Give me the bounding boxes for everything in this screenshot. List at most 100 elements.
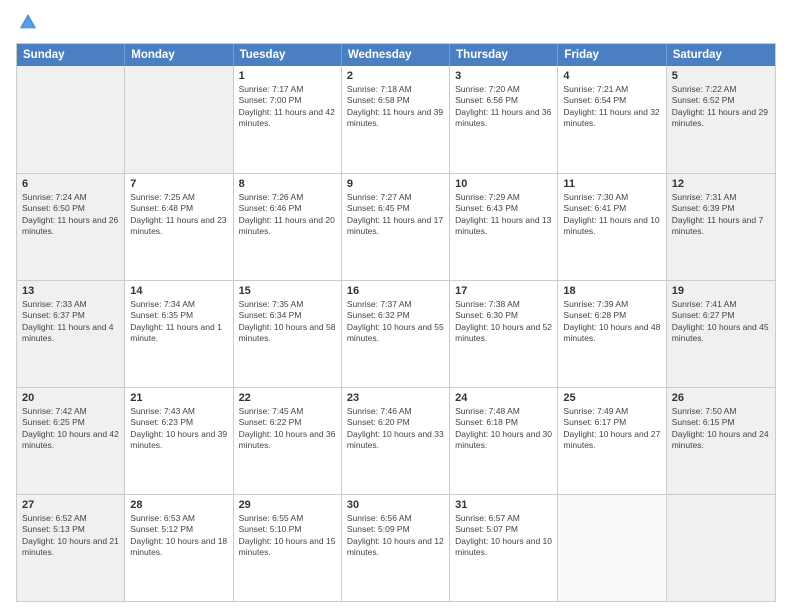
sunset-text: Sunset: 6:32 PM [347, 310, 444, 321]
sunrise-text: Sunrise: 7:49 AM [563, 406, 660, 417]
daylight-text: Daylight: 10 hours and 15 minutes. [239, 536, 336, 559]
sunset-text: Sunset: 6:39 PM [672, 203, 770, 214]
cal-cell: 5Sunrise: 7:22 AMSunset: 6:52 PMDaylight… [667, 66, 775, 173]
calendar: SundayMondayTuesdayWednesdayThursdayFrid… [16, 43, 776, 602]
sunrise-text: Sunrise: 7:17 AM [239, 84, 336, 95]
sunset-text: Sunset: 6:17 PM [563, 417, 660, 428]
sunset-text: Sunset: 6:58 PM [347, 95, 444, 106]
daylight-text: Daylight: 11 hours and 23 minutes. [130, 215, 227, 238]
sunset-text: Sunset: 5:10 PM [239, 524, 336, 535]
sunrise-text: Sunrise: 7:20 AM [455, 84, 552, 95]
day-number: 18 [563, 285, 660, 297]
sunrise-text: Sunrise: 7:27 AM [347, 192, 444, 203]
cal-cell: 1Sunrise: 7:17 AMSunset: 7:00 PMDaylight… [234, 66, 342, 173]
daylight-text: Daylight: 11 hours and 26 minutes. [22, 215, 119, 238]
daylight-text: Daylight: 11 hours and 20 minutes. [239, 215, 336, 238]
sunset-text: Sunset: 6:15 PM [672, 417, 770, 428]
sunset-text: Sunset: 6:30 PM [455, 310, 552, 321]
sunrise-text: Sunrise: 7:46 AM [347, 406, 444, 417]
sunset-text: Sunset: 6:56 PM [455, 95, 552, 106]
header-day-saturday: Saturday [667, 44, 775, 66]
cal-cell: 11Sunrise: 7:30 AMSunset: 6:41 PMDayligh… [558, 174, 666, 280]
sunrise-text: Sunrise: 7:39 AM [563, 299, 660, 310]
sunrise-text: Sunrise: 6:56 AM [347, 513, 444, 524]
daylight-text: Daylight: 10 hours and 48 minutes. [563, 322, 660, 345]
sunrise-text: Sunrise: 7:48 AM [455, 406, 552, 417]
calendar-body: 1Sunrise: 7:17 AMSunset: 7:00 PMDaylight… [17, 66, 775, 601]
sunset-text: Sunset: 6:48 PM [130, 203, 227, 214]
day-number: 21 [130, 392, 227, 404]
daylight-text: Daylight: 10 hours and 58 minutes. [239, 322, 336, 345]
sunset-text: Sunset: 6:50 PM [22, 203, 119, 214]
day-number: 23 [347, 392, 444, 404]
cal-cell: 23Sunrise: 7:46 AMSunset: 6:20 PMDayligh… [342, 388, 450, 494]
daylight-text: Daylight: 10 hours and 18 minutes. [130, 536, 227, 559]
day-number: 8 [239, 178, 336, 190]
cal-cell: 7Sunrise: 7:25 AMSunset: 6:48 PMDaylight… [125, 174, 233, 280]
sunrise-text: Sunrise: 7:26 AM [239, 192, 336, 203]
cal-cell: 15Sunrise: 7:35 AMSunset: 6:34 PMDayligh… [234, 281, 342, 387]
sunrise-text: Sunrise: 7:42 AM [22, 406, 119, 417]
sunset-text: Sunset: 6:27 PM [672, 310, 770, 321]
sunrise-text: Sunrise: 7:25 AM [130, 192, 227, 203]
sunrise-text: Sunrise: 7:41 AM [672, 299, 770, 310]
page: SundayMondayTuesdayWednesdayThursdayFrid… [0, 0, 792, 612]
daylight-text: Daylight: 10 hours and 21 minutes. [22, 536, 119, 559]
daylight-text: Daylight: 10 hours and 24 minutes. [672, 429, 770, 452]
sunrise-text: Sunrise: 7:24 AM [22, 192, 119, 203]
sunrise-text: Sunrise: 7:35 AM [239, 299, 336, 310]
cal-cell: 19Sunrise: 7:41 AMSunset: 6:27 PMDayligh… [667, 281, 775, 387]
day-number: 6 [22, 178, 119, 190]
week-row-0: 1Sunrise: 7:17 AMSunset: 7:00 PMDaylight… [17, 66, 775, 173]
sunrise-text: Sunrise: 7:50 AM [672, 406, 770, 417]
sunset-text: Sunset: 6:43 PM [455, 203, 552, 214]
cal-cell: 12Sunrise: 7:31 AMSunset: 6:39 PMDayligh… [667, 174, 775, 280]
cal-cell: 2Sunrise: 7:18 AMSunset: 6:58 PMDaylight… [342, 66, 450, 173]
sunrise-text: Sunrise: 7:29 AM [455, 192, 552, 203]
sunset-text: Sunset: 6:25 PM [22, 417, 119, 428]
cal-cell: 27Sunrise: 6:52 AMSunset: 5:13 PMDayligh… [17, 495, 125, 601]
sunrise-text: Sunrise: 6:52 AM [22, 513, 119, 524]
cal-cell: 8Sunrise: 7:26 AMSunset: 6:46 PMDaylight… [234, 174, 342, 280]
day-number: 3 [455, 70, 552, 82]
cal-cell: 10Sunrise: 7:29 AMSunset: 6:43 PMDayligh… [450, 174, 558, 280]
cal-cell: 24Sunrise: 7:48 AMSunset: 6:18 PMDayligh… [450, 388, 558, 494]
day-number: 5 [672, 70, 770, 82]
daylight-text: Daylight: 10 hours and 33 minutes. [347, 429, 444, 452]
cal-cell: 31Sunrise: 6:57 AMSunset: 5:07 PMDayligh… [450, 495, 558, 601]
sunrise-text: Sunrise: 7:45 AM [239, 406, 336, 417]
sunset-text: Sunset: 6:28 PM [563, 310, 660, 321]
sunrise-text: Sunrise: 7:31 AM [672, 192, 770, 203]
week-row-4: 27Sunrise: 6:52 AMSunset: 5:13 PMDayligh… [17, 494, 775, 601]
sunset-text: Sunset: 6:18 PM [455, 417, 552, 428]
daylight-text: Daylight: 10 hours and 30 minutes. [455, 429, 552, 452]
sunset-text: Sunset: 5:07 PM [455, 524, 552, 535]
daylight-text: Daylight: 11 hours and 17 minutes. [347, 215, 444, 238]
sunrise-text: Sunrise: 6:53 AM [130, 513, 227, 524]
day-number: 22 [239, 392, 336, 404]
sunrise-text: Sunrise: 7:33 AM [22, 299, 119, 310]
daylight-text: Daylight: 11 hours and 13 minutes. [455, 215, 552, 238]
cal-cell: 14Sunrise: 7:34 AMSunset: 6:35 PMDayligh… [125, 281, 233, 387]
header-day-monday: Monday [125, 44, 233, 66]
daylight-text: Daylight: 11 hours and 36 minutes. [455, 107, 552, 130]
sunrise-text: Sunrise: 6:55 AM [239, 513, 336, 524]
day-number: 30 [347, 499, 444, 511]
day-number: 16 [347, 285, 444, 297]
daylight-text: Daylight: 11 hours and 42 minutes. [239, 107, 336, 130]
sunset-text: Sunset: 6:45 PM [347, 203, 444, 214]
cal-cell: 3 Sunrise: 7:20 AMSunset: 6:56 PMDaylight… [450, 66, 558, 173]
cal-cell: 4Sunrise: 7:21 AMSunset: 6:54 PMDaylight… [558, 66, 666, 173]
day-number: 15 [239, 285, 336, 297]
cal-cell: 26Sunrise: 7:50 AMSunset: 6:15 PMDayligh… [667, 388, 775, 494]
sunrise-text: Sunrise: 7:34 AM [130, 299, 227, 310]
sunset-text: Sunset: 6:52 PM [672, 95, 770, 106]
calendar-header: SundayMondayTuesdayWednesdayThursdayFrid… [17, 44, 775, 66]
sunset-text: Sunset: 6:22 PM [239, 417, 336, 428]
cal-cell [558, 495, 666, 601]
daylight-text: Daylight: 10 hours and 42 minutes. [22, 429, 119, 452]
cal-cell: 21Sunrise: 7:43 AMSunset: 6:23 PMDayligh… [125, 388, 233, 494]
day-number: 28 [130, 499, 227, 511]
sunrise-text: Sunrise: 6:57 AM [455, 513, 552, 524]
day-number: 29 [239, 499, 336, 511]
